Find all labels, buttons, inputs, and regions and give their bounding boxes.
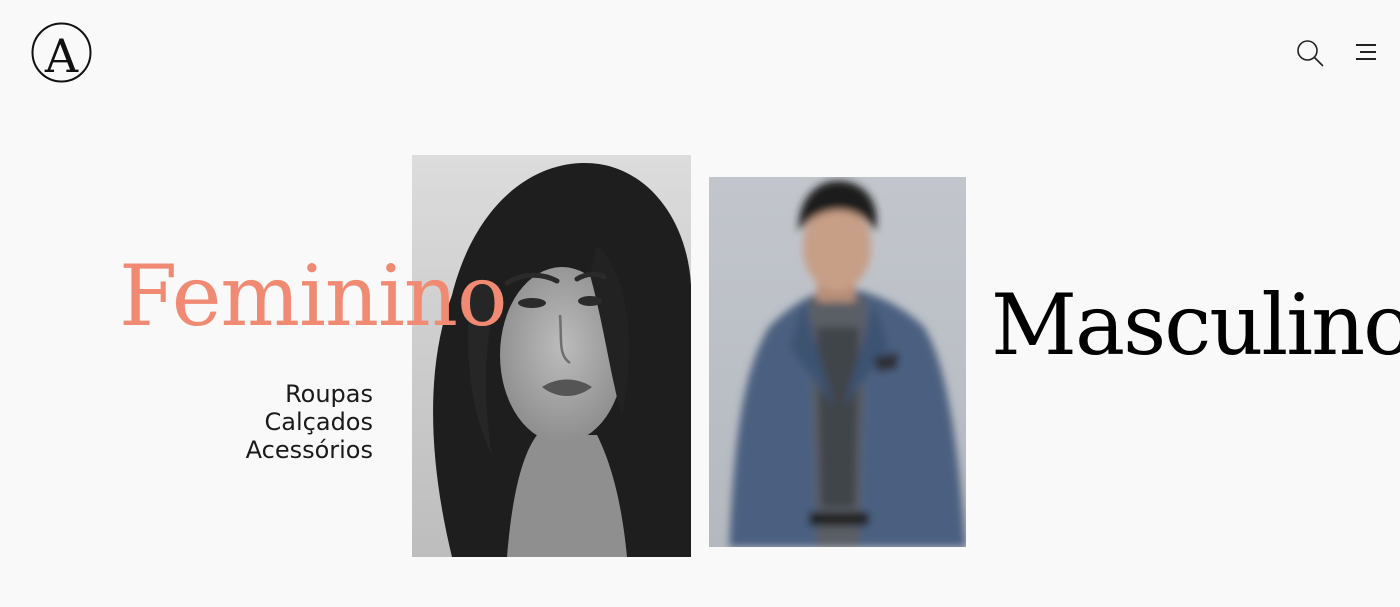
masculino-heading-link[interactable]: Masculino [991, 270, 1400, 380]
category-link-calcados[interactable]: Calçados [200, 408, 373, 436]
feminino-category-list: Roupas Calçados Acessórios [200, 380, 373, 464]
man-in-suit-photo[interactable] [709, 177, 966, 547]
category-link-acessorios[interactable]: Acessórios [200, 436, 373, 464]
category-link-roupas[interactable]: Roupas [200, 380, 373, 408]
feminino-heading-link[interactable]: Feminino [119, 246, 508, 346]
menu-button[interactable] [1352, 42, 1376, 62]
hamburger-menu-icon [1356, 44, 1376, 60]
brand-logo[interactable]: A [31, 22, 92, 83]
search-icon [1297, 40, 1324, 67]
woman-portrait-photo[interactable] [412, 155, 691, 557]
monogram-logo-icon: A [31, 22, 92, 83]
search-button[interactable] [1296, 39, 1324, 67]
logo-letter: A [44, 29, 79, 83]
